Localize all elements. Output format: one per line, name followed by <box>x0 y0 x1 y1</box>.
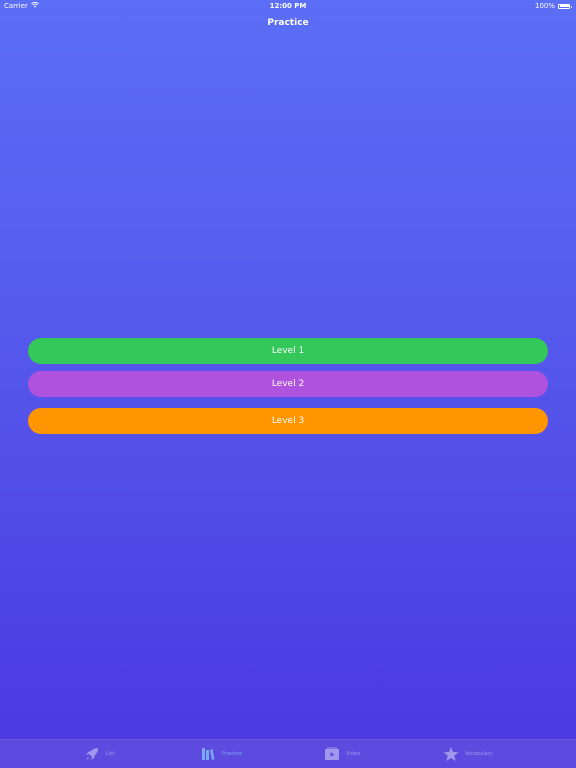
tab-vocabulary[interactable]: Vocabulary <box>443 746 493 762</box>
status-time: 12:00 PM <box>269 2 307 10</box>
level-3-button[interactable]: Level 3 <box>28 408 548 434</box>
tab-video[interactable]: Video <box>324 746 360 762</box>
level-2-button[interactable]: Level 2 <box>28 371 548 397</box>
battery-icon <box>558 3 572 9</box>
level-1-button[interactable]: Level 1 <box>28 338 548 364</box>
tab-video-label: Video <box>346 751 361 757</box>
tab-vocabulary-label: Vocabulary <box>465 751 493 757</box>
page-title: Practice <box>267 18 309 28</box>
tab-list[interactable]: List <box>84 746 115 762</box>
star-icon <box>443 746 459 762</box>
status-bar: Carrier 12:00 PM 100% <box>0 0 576 12</box>
rocket-icon <box>84 746 100 762</box>
video-icon <box>324 746 340 762</box>
tab-list-label: List <box>106 751 115 757</box>
battery-percent: 100% <box>534 2 555 10</box>
books-icon <box>200 746 216 762</box>
tab-practice-label: Practice <box>222 751 242 757</box>
status-right: 100% <box>534 0 572 12</box>
tab-practice[interactable]: Practice <box>200 746 242 762</box>
tab-bar: List Practice Video Vocabulary <box>0 739 576 768</box>
